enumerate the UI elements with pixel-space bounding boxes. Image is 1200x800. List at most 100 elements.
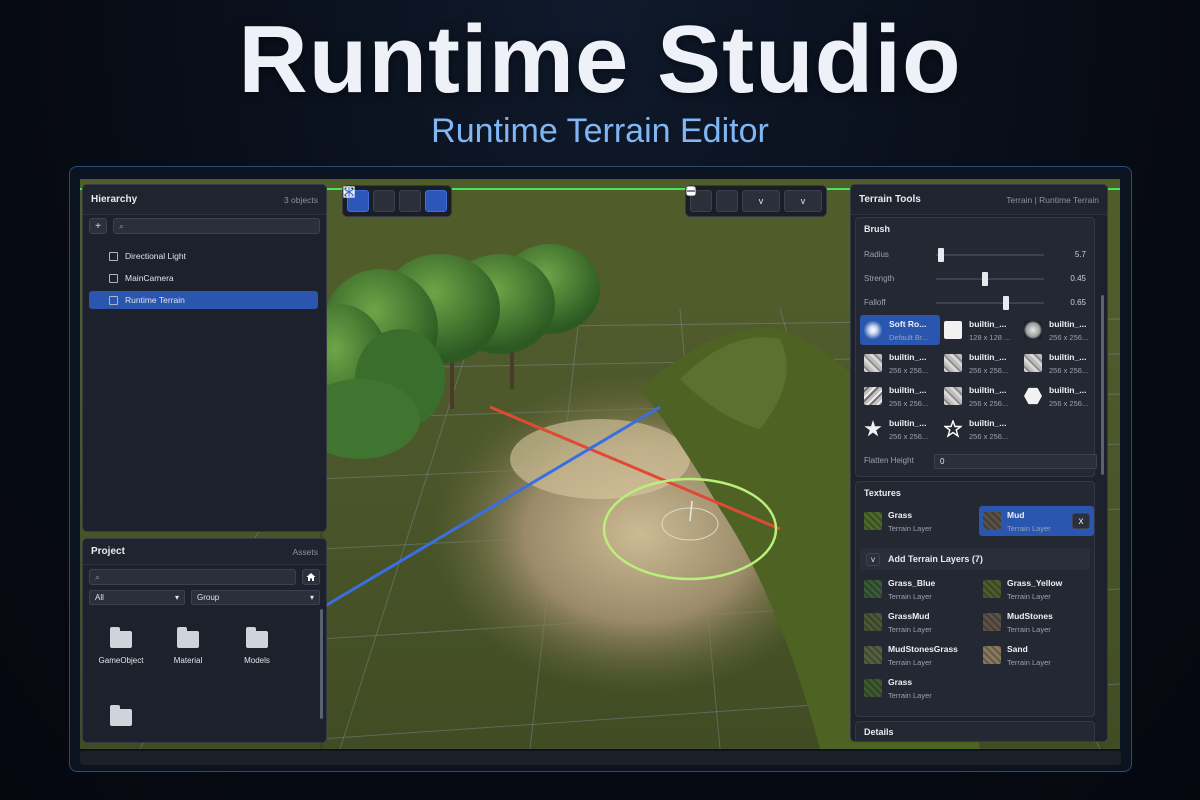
available-layer-item[interactable]: Grass_Yellow Terrain Layer [979, 574, 1094, 604]
brush-size: 256 x 256... [1049, 366, 1089, 375]
layer-swatch [983, 646, 1001, 664]
brush-section: Brush Radius 5.7 Strength 0.45 Falloff 0… [855, 217, 1097, 477]
chevron-down-icon: v [758, 196, 764, 206]
brush-option[interactable]: builtin_... 256 x 256... [1020, 348, 1100, 378]
brush-option[interactable]: builtin_... 256 x 256... [1020, 381, 1100, 411]
project-title: Project [91, 546, 125, 557]
brush-size: 256 x 256... [889, 432, 929, 441]
folder-gameobject[interactable]: GameObject [91, 627, 151, 665]
rotate-icon[interactable] [344, 186, 395, 212]
layer-type: Terrain Layer [888, 524, 932, 533]
scale-icon[interactable] [343, 186, 421, 212]
brush-option[interactable]: builtin_... 256 x 256... [940, 348, 1020, 378]
brush-title: Brush [864, 224, 891, 234]
brush-name: builtin_... [969, 385, 1007, 395]
brush-option[interactable]: builtin_... 256 x 256... [860, 348, 940, 378]
falloff-label: Falloff [864, 298, 886, 307]
radius-slider[interactable]: Radius 5.7 [864, 248, 1086, 262]
brush-size: 256 x 256... [1049, 399, 1089, 408]
available-layer-item[interactable]: GrassMud Terrain Layer [860, 607, 975, 637]
layer-swatch [864, 646, 882, 664]
flatten-height-label: Flatten Height [864, 456, 914, 465]
filter-dropdown[interactable]: All ▾ [89, 590, 185, 605]
brush-option[interactable]: builtin_... 256 x 256... [860, 381, 940, 411]
tree-item-label: MainCamera [125, 273, 174, 283]
hierarchy-search-input[interactable]: ⌕ [113, 218, 320, 234]
radius-thumb[interactable] [938, 248, 945, 262]
falloff-thumb[interactable] [1003, 296, 1010, 310]
brush-option[interactable]: builtin_... 256 x 256... [940, 381, 1020, 411]
layer-type: Terrain Layer [1007, 625, 1051, 634]
remove-layer-button[interactable]: x [1072, 513, 1090, 529]
render-mode-dropdown[interactable]: v [687, 187, 822, 212]
brush-size: Default Br... [889, 333, 929, 342]
brush-option[interactable]: builtin_... 256 x 256... [940, 414, 1020, 444]
available-layer-item[interactable]: MudStonesGrass Terrain Layer [860, 640, 975, 670]
available-layer-item[interactable]: Grass_Blue Terrain Layer [860, 574, 975, 604]
active-layer-grass[interactable]: Grass Terrain Layer x [860, 506, 997, 536]
brush-option[interactable]: Soft Ro... Default Br... [860, 315, 940, 345]
folder-models[interactable]: Models [227, 627, 287, 665]
available-layer-grid: Grass_Blue Terrain Layer Grass_Yellow Terra… [860, 574, 1100, 710]
flatten-height-input[interactable]: 0 [934, 454, 1097, 469]
details-section[interactable]: Details [855, 721, 1095, 741]
radius-value: 5.7 [1074, 250, 1086, 259]
chevron-down-icon: ▾ [309, 593, 314, 602]
brush-thumbnail [1024, 387, 1042, 405]
brush-option[interactable]: builtin_... 256 x 256... [860, 414, 940, 444]
brush-option[interactable]: builtin_... 256 x 256... [1020, 315, 1100, 345]
textures-title: Textures [864, 488, 901, 498]
brush-thumbnail [864, 420, 882, 437]
global-icon[interactable] [344, 187, 447, 212]
tree-item-directional-light[interactable]: Directional Light [89, 247, 318, 265]
details-title: Details [864, 727, 894, 737]
search-icon: ⌕ [119, 221, 125, 231]
camera-dropdown[interactable]: v [686, 186, 780, 212]
strength-thumb[interactable] [981, 272, 988, 286]
add-terrain-layers-header[interactable]: v Add Terrain Layers (7) [860, 548, 1090, 570]
home-button[interactable] [302, 569, 320, 585]
editor-window: v v Hierarchy 3 objects + ⌕ Directional … [69, 166, 1132, 772]
folder-material[interactable]: Material [158, 627, 218, 665]
folder-icon [110, 705, 132, 726]
scene-toolbar: v v [685, 185, 827, 217]
available-layer-item[interactable]: MudStones Terrain Layer [979, 607, 1094, 637]
project-scrollbar[interactable] [320, 609, 323, 719]
expand-toggle[interactable]: v [866, 552, 880, 566]
layer-type: Terrain Layer [888, 592, 932, 601]
tree-item-main-camera[interactable]: MainCamera [89, 269, 318, 287]
project-search-input[interactable]: ⌕ [89, 569, 296, 585]
falloff-track[interactable] [936, 296, 1044, 310]
layer-type: Terrain Layer [888, 658, 932, 667]
layer-name: Grass [888, 510, 913, 520]
add-terrain-layers-label: Add Terrain Layers (7) [888, 554, 983, 564]
terrain-tools-scrollbar[interactable] [1101, 295, 1104, 475]
terrain-tools-title: Terrain Tools [859, 194, 921, 205]
folder-icon [177, 627, 199, 648]
hierarchy-panel: Hierarchy 3 objects + ⌕ Directional Ligh… [82, 184, 327, 532]
layer-type: Terrain Layer [888, 625, 932, 634]
brush-grid: Soft Ro... Default Br... builtin_... 128 x … [860, 315, 1100, 447]
hero-subtitle: Runtime Terrain Editor [431, 112, 769, 150]
group-dropdown[interactable]: Group ▾ [191, 590, 320, 605]
radius-track[interactable] [936, 248, 1044, 262]
tree-item-label: Runtime Terrain [125, 295, 185, 305]
search-icon: ⌕ [95, 572, 101, 582]
brush-name: builtin_... [1049, 319, 1087, 329]
brush-name: builtin_... [1049, 385, 1087, 395]
layer-swatch [864, 512, 882, 530]
falloff-slider[interactable]: Falloff 0.65 [864, 296, 1086, 310]
layer-name: Grass_Blue [888, 578, 936, 588]
brush-option[interactable]: builtin_... 128 x 128 ... [940, 315, 1020, 345]
layer-swatch [983, 512, 1001, 530]
folder-unnamed[interactable] [91, 705, 151, 734]
gameobject-icon [109, 251, 118, 261]
lock-icon[interactable] [687, 186, 738, 212]
available-layer-item[interactable]: Sand Terrain Layer [979, 640, 1094, 670]
available-layer-item[interactable]: Grass Terrain Layer [860, 673, 975, 703]
add-object-button[interactable]: + [89, 218, 107, 234]
tree-item-runtime-terrain[interactable]: Runtime Terrain [89, 291, 318, 309]
strength-track[interactable] [936, 272, 1044, 286]
strength-slider[interactable]: Strength 0.45 [864, 272, 1086, 286]
active-layer-mud[interactable]: Mud Terrain Layer x [979, 506, 1094, 536]
